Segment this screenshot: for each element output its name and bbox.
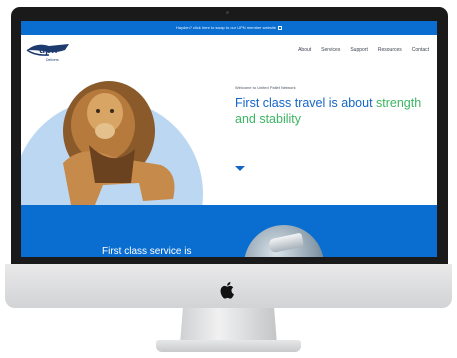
nav-item-contact[interactable]: Contact bbox=[412, 47, 429, 53]
member-site-banner[interactable]: Hayden? click here to swap to our UPN me… bbox=[21, 21, 437, 35]
lion-image bbox=[63, 81, 175, 205]
monitor-stand-base bbox=[156, 340, 301, 352]
hero-headline: First class travel is about strength and… bbox=[235, 95, 425, 127]
nav-item-about[interactable]: About bbox=[298, 47, 311, 53]
apple-icon bbox=[220, 282, 234, 299]
website-screen: Hayden? click here to swap to our UPN me… bbox=[21, 21, 437, 257]
monitor-stand-neck bbox=[180, 308, 277, 344]
camera-dot bbox=[226, 11, 229, 14]
services-band: First class service is bbox=[21, 205, 437, 257]
external-link-icon bbox=[278, 25, 283, 30]
headline-part-1: First class travel is about bbox=[235, 96, 377, 110]
nav-menu: About Services Support Resources Contact bbox=[298, 47, 429, 53]
banner-text[interactable]: Hayden? click here to swap to our UPN me… bbox=[176, 25, 276, 30]
logo-tagline: Delivers bbox=[46, 58, 59, 62]
nav-item-support[interactable]: Support bbox=[350, 47, 368, 53]
scroll-down-icon[interactable] bbox=[235, 166, 245, 171]
main-nav: upn Delivers About Services Support Reso… bbox=[21, 35, 437, 65]
band-title: First class service is bbox=[102, 246, 192, 257]
welcome-text: Welcome to United Pallet Network bbox=[235, 85, 296, 90]
imac-mockup: Hayden? click here to swap to our UPN me… bbox=[0, 0, 457, 358]
nav-item-resources[interactable]: Resources bbox=[378, 47, 402, 53]
nav-item-services[interactable]: Services bbox=[321, 47, 340, 53]
